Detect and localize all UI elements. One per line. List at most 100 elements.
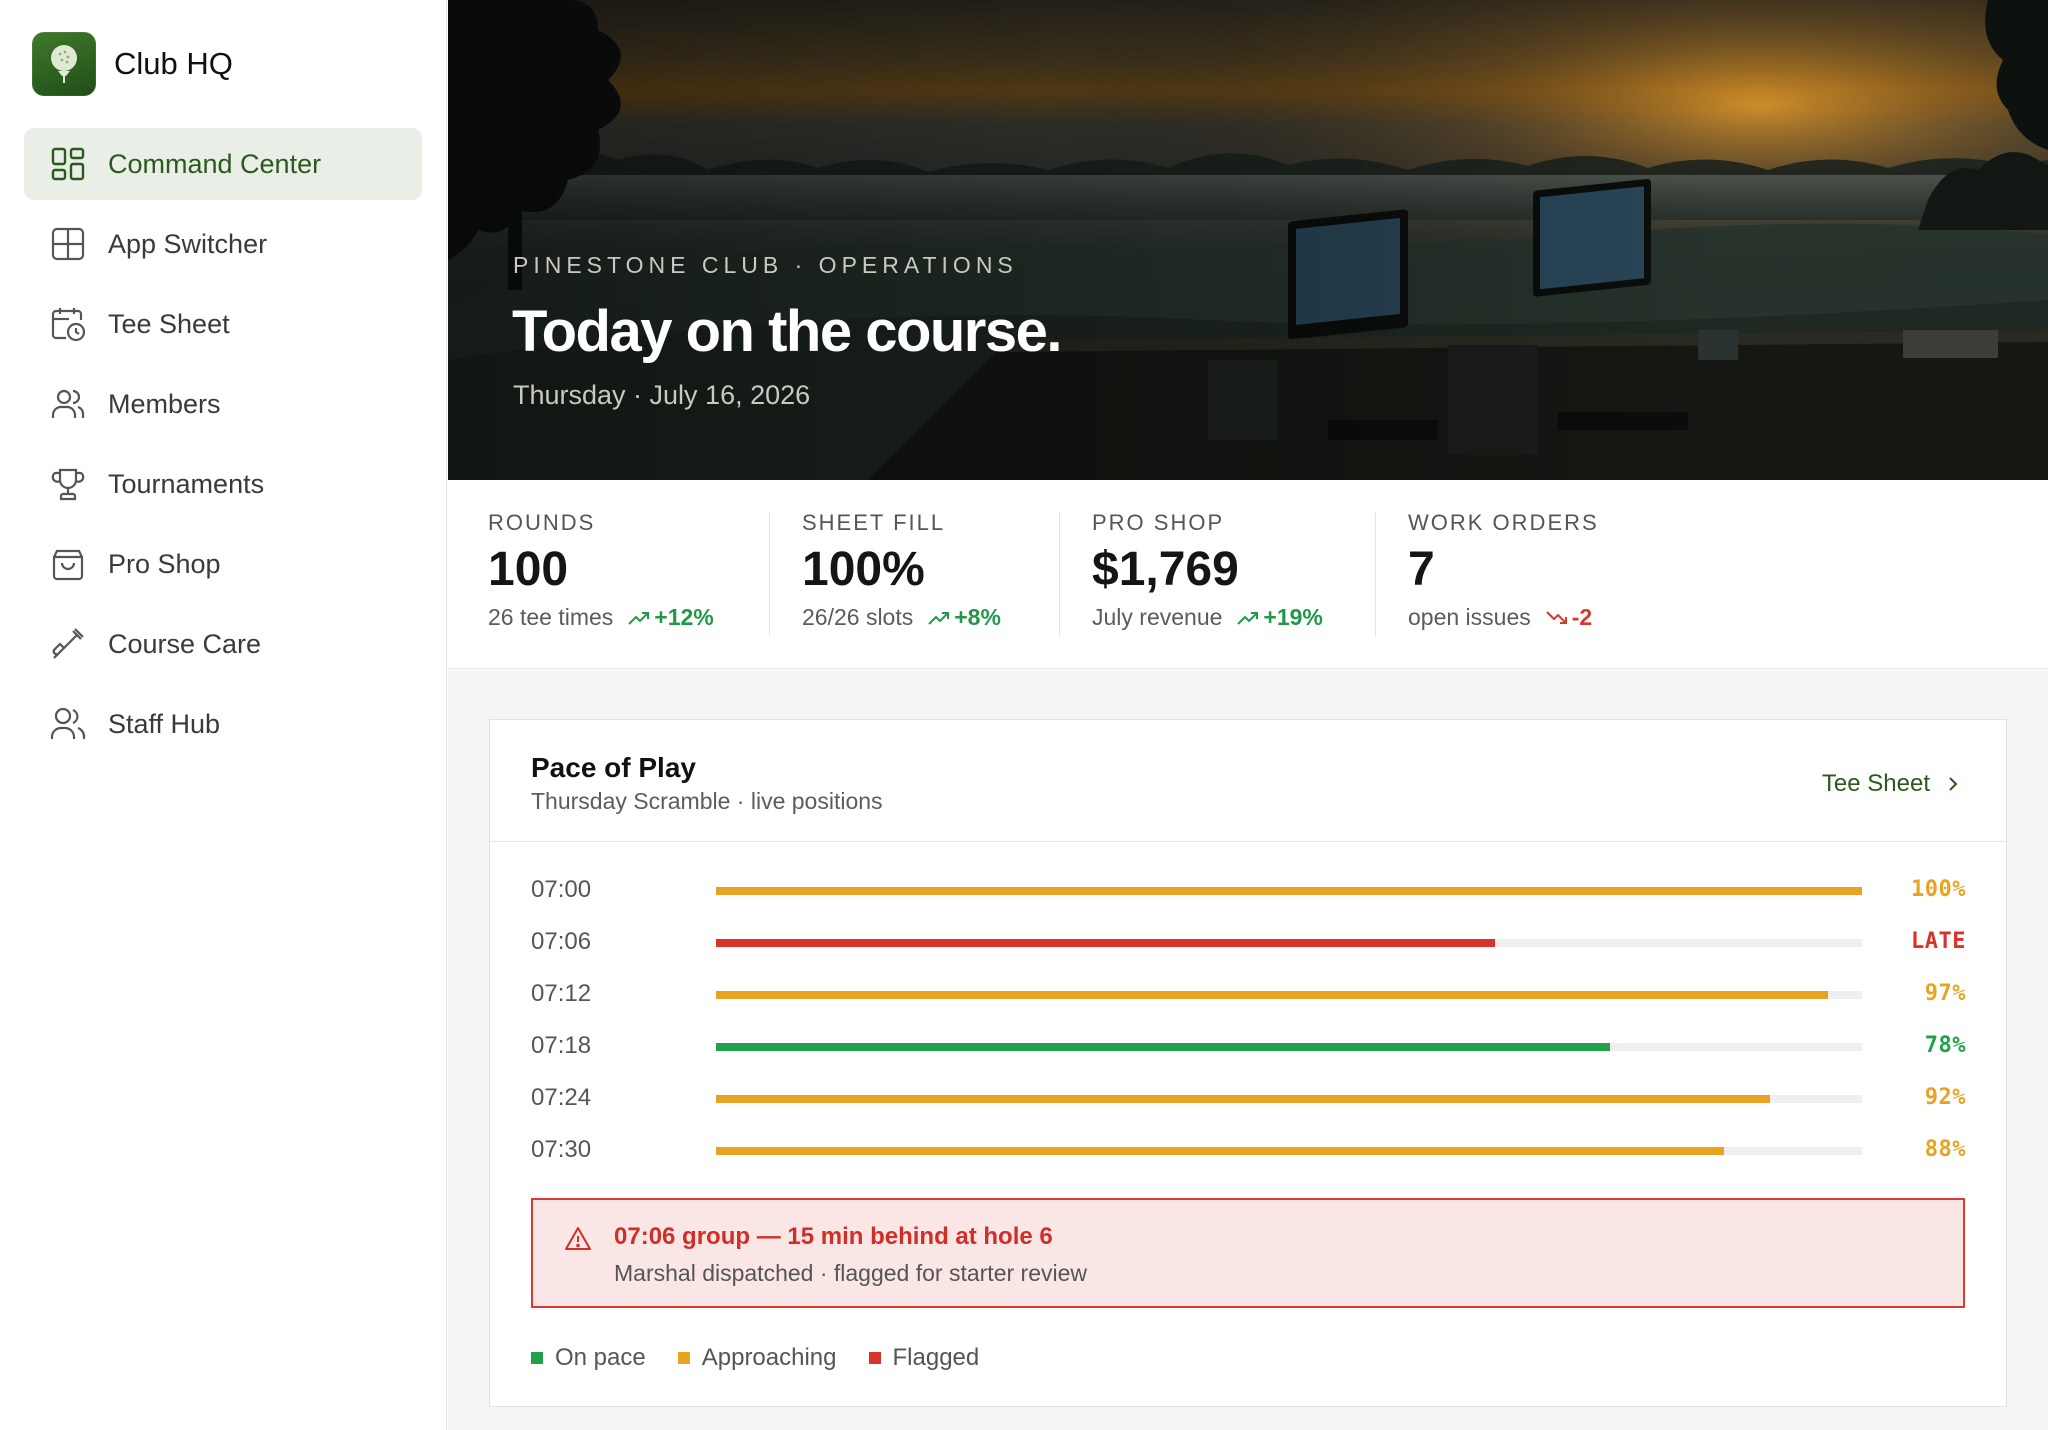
trend-up: +8%	[927, 604, 1001, 631]
pace-of-play-card: Pace of Play Thursday Scramble · live po…	[489, 719, 2007, 1407]
warning-triangle-icon	[565, 1227, 591, 1250]
pace-row[interactable]: 07:18 78%	[490, 1026, 2006, 1066]
kpi-label: ROUNDS	[488, 510, 596, 535]
sidebar-item-command-center[interactable]: Command Center	[24, 128, 422, 200]
pace-track	[716, 991, 1862, 999]
pace-row[interactable]: 07:12 97%	[490, 974, 2006, 1014]
golf-ball-logo-icon	[32, 32, 96, 96]
pace-progress-bar	[716, 887, 1862, 895]
kpi-sub-text: open issues	[1408, 604, 1531, 630]
legend-label: Approaching	[701, 1344, 837, 1371]
page-title: Today on the course.	[512, 299, 1063, 364]
sidebar-item-tee-sheet[interactable]: Tee Sheet	[24, 288, 422, 360]
grid-dashboard-icon	[48, 144, 88, 184]
hero-banner: PINESTONE CLUB · OPERATIONS Today on the…	[448, 0, 2048, 480]
calendar-clock-icon	[48, 304, 88, 344]
kpi-sub-text: 26 tee times	[488, 604, 614, 630]
pace-track	[716, 939, 1862, 947]
pace-row[interactable]: 07:30 88%	[490, 1130, 2006, 1170]
shovel-icon	[48, 624, 88, 664]
kpi-strip: ROUNDS 100 26 tee times +12% SHEET FILL …	[448, 480, 2048, 669]
legend: On pace Approaching Flagged	[531, 1344, 1011, 1372]
kpi-label: WORK ORDERS	[1408, 510, 1599, 535]
alert-title: 07:06 group — 15 min behind at hole 6	[614, 1223, 1053, 1250]
pace-row[interactable]: 07:00 100%	[490, 870, 2006, 910]
pace-row[interactable]: 07:06 LATE	[490, 922, 2006, 962]
kpi-sub-text: July revenue	[1092, 604, 1223, 630]
pace-alert[interactable]: 07:06 group — 15 min behind at hole 6 Ma…	[531, 1198, 1965, 1308]
kpi-sub: open issues -2	[1408, 604, 1592, 631]
sidebar-item-label: App Switcher	[108, 228, 268, 259]
sidebar-item-label: Tournaments	[108, 468, 265, 499]
chevron-right-icon	[1949, 777, 1958, 791]
sidebar-item-staff-hub[interactable]: Staff Hub	[24, 688, 422, 760]
trend-up-icon	[928, 611, 950, 625]
tee-time: 07:30	[531, 1136, 592, 1163]
alert-detail: Marshal dispatched · flagged for starter…	[614, 1260, 1087, 1286]
sidebar-item-members[interactable]: Members	[24, 368, 422, 440]
trend-value: -2	[1571, 604, 1593, 630]
sidebar-item-label: Members	[108, 388, 221, 419]
pace-progress-bar	[716, 991, 1828, 999]
card-title: Pace of Play	[531, 752, 696, 783]
legend-swatch	[531, 1352, 543, 1364]
card-subtitle: Thursday Scramble · live positions	[531, 788, 883, 814]
card-header: Pace of Play Thursday Scramble · live po…	[490, 720, 2006, 842]
legend-swatch	[677, 1352, 690, 1364]
sidebar-item-app-switcher[interactable]: App Switcher	[24, 208, 422, 280]
tee-time: 07:24	[531, 1084, 592, 1111]
sidebar-item-label: Pro Shop	[108, 548, 221, 579]
sidebar-nav: Command Center App Switcher Tee Sheet Me…	[24, 128, 422, 768]
tee-time: 07:12	[531, 980, 592, 1007]
trophy-icon	[48, 464, 88, 504]
app-name: Club HQ	[114, 46, 233, 81]
sidebar: Club HQ Command Center App Switcher Tee …	[0, 0, 447, 1430]
sidebar-item-label: Course Care	[108, 628, 262, 659]
kpi-divider	[1059, 512, 1060, 636]
legend-item-flagged: Flagged	[868, 1344, 979, 1372]
trend-value: +8%	[954, 604, 1001, 630]
kpi-sub: 26 tee times +12%	[488, 604, 714, 631]
kpi-label: SHEET FILL	[802, 510, 946, 535]
sidebar-item-label: Command Center	[108, 148, 322, 179]
pace-value: 88%	[1924, 1137, 1966, 1162]
sidebar-item-pro-shop[interactable]: Pro Shop	[24, 528, 422, 600]
trend-up: +19%	[1236, 604, 1323, 631]
hero-eyebrow: PINESTONE CLUB · OPERATIONS	[513, 252, 1018, 278]
pace-track	[716, 1147, 1862, 1155]
kpi-sub: 26/26 slots +8%	[802, 604, 1001, 631]
trend-down: -2	[1545, 604, 1592, 631]
pace-progress-bar	[716, 1043, 1610, 1051]
app-grid-icon	[48, 224, 88, 264]
sidebar-item-label: Staff Hub	[108, 708, 221, 739]
kpi-value: 7	[1408, 543, 1435, 596]
pace-track	[716, 887, 1862, 895]
kpi-sub-text: 26/26 slots	[802, 604, 914, 630]
tee-sheet-link-label: Tee Sheet	[1821, 770, 1930, 797]
pace-value: 97%	[1924, 981, 1966, 1006]
legend-swatch	[868, 1352, 881, 1364]
sidebar-item-label: Tee Sheet	[108, 308, 230, 339]
tee-sheet-link[interactable]: Tee Sheet	[1822, 770, 1962, 798]
staff-icon	[48, 704, 88, 744]
legend-label: On pace	[555, 1344, 646, 1371]
pace-value: 100%	[1911, 877, 1966, 902]
tee-time: 07:06	[531, 928, 592, 955]
kpi-label: PRO SHOP	[1092, 510, 1225, 535]
users-icon	[48, 384, 88, 424]
app-root: Club HQ Command Center App Switcher Tee …	[0, 0, 2048, 1430]
pace-progress-bar	[716, 939, 1496, 947]
pace-row[interactable]: 07:24 92%	[490, 1078, 2006, 1118]
trend-value: +12%	[654, 604, 714, 630]
brand[interactable]: Club HQ	[32, 32, 233, 96]
pace-value: 92%	[1924, 1085, 1966, 1110]
kpi-divider	[1375, 512, 1376, 636]
sidebar-item-tournaments[interactable]: Tournaments	[24, 448, 422, 520]
sidebar-item-course-care[interactable]: Course Care	[24, 608, 422, 680]
legend-item-on-pace: On pace	[531, 1344, 646, 1372]
pace-value: 78%	[1924, 1033, 1966, 1058]
tee-time: 07:00	[531, 876, 592, 903]
trend-up-icon	[628, 611, 650, 625]
kpi-sub: July revenue +19%	[1092, 604, 1323, 631]
trend-up-icon	[1237, 611, 1259, 625]
